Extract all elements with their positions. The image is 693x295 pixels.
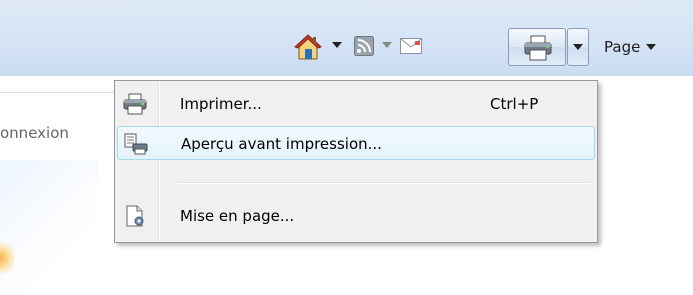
menu-item-label: Mise en page... (180, 207, 295, 225)
page-decorative-glow (0, 238, 14, 278)
page-divider (0, 92, 115, 93)
menu-item-page-setup[interactable]: Mise en page... (117, 199, 595, 233)
page-setup-icon (126, 205, 144, 227)
print-menu: Imprimer... Ctrl+P Aperçu avant impressi… (114, 80, 598, 243)
print-dropdown-button[interactable] (567, 28, 589, 66)
chevron-down-icon (646, 44, 657, 50)
home-dropdown-chevron-down-icon[interactable] (332, 42, 342, 48)
menu-item-label: Aperçu avant impression... (181, 135, 382, 153)
page-menu-label: Page (604, 38, 641, 56)
menu-separator (177, 182, 591, 184)
printer-icon (524, 35, 552, 61)
print-button[interactable] (508, 28, 566, 66)
page-decorative-panel (0, 160, 98, 295)
feeds-dropdown-chevron-down-icon[interactable] (382, 42, 392, 48)
mail-icon[interactable] (400, 38, 422, 54)
menu-item-print[interactable]: Imprimer... Ctrl+P (117, 87, 595, 121)
menu-item-label: Imprimer... (180, 95, 262, 113)
menu-item-shortcut: Ctrl+P (490, 95, 539, 113)
menu-item-print-preview[interactable]: Aperçu avant impression... (117, 126, 595, 160)
command-bar: Page (0, 0, 693, 76)
print-preview-icon (124, 133, 148, 155)
rss-feed-icon[interactable] (354, 36, 374, 56)
printer-icon (123, 93, 147, 115)
home-icon[interactable] (294, 33, 322, 61)
page-partial-text[interactable]: onnexion (0, 124, 69, 142)
chevron-down-icon (573, 44, 583, 50)
page-menu-button[interactable]: Page (604, 36, 657, 58)
